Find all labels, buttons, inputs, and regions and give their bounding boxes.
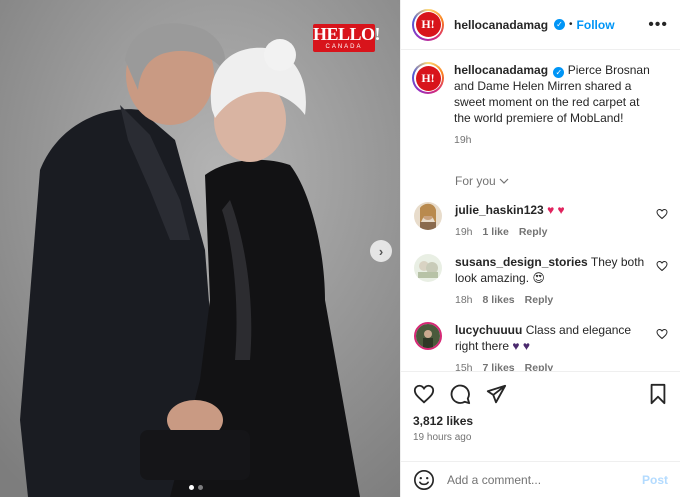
photo-couple-red-carpet <box>0 0 400 497</box>
more-options-button[interactable]: ••• <box>648 16 668 34</box>
ellipsis-icon: ••• <box>648 15 668 33</box>
post-header: H! hellocanadamag ✓ • Follow ••• <box>401 0 680 50</box>
caption-time[interactable]: 19h <box>454 132 659 148</box>
reply-button[interactable]: Reply <box>525 360 554 371</box>
comment-emoji: ♥ ♥ <box>547 203 565 217</box>
author-avatar[interactable]: H! <box>412 8 444 41</box>
commenter-avatar[interactable] <box>414 322 442 350</box>
comment-item: lucychuuuu Class and elegance right ther… <box>412 322 668 371</box>
verified-badge-icon: ✓ <box>553 67 565 78</box>
comment-username[interactable]: susans_design_stories <box>455 255 588 269</box>
comment-item: julie_haskin123 ♥ ♥ 19h 1 like Reply <box>412 202 668 240</box>
comment-time[interactable]: 15h <box>455 360 473 371</box>
like-comment-heart-icon[interactable] <box>656 260 668 272</box>
author-username[interactable]: hellocanadamag <box>454 18 548 32</box>
follow-button[interactable]: Follow <box>577 18 615 32</box>
comment-time[interactable]: 19h <box>455 224 473 240</box>
comment-time[interactable]: 18h <box>455 292 473 308</box>
next-image-button[interactable]: › <box>370 240 392 262</box>
for-you-filter[interactable]: For you <box>455 174 668 188</box>
post-caption: H! hellocanadamag ✓ Pierce Brosnan and D… <box>412 62 668 148</box>
hello-logo-icon: H! <box>415 12 441 37</box>
post-comment-button[interactable]: Post <box>642 473 668 487</box>
commenter-avatar[interactable] <box>414 254 442 282</box>
comment-bubble-icon[interactable] <box>449 383 471 405</box>
comment-like-count[interactable]: 8 likes <box>483 292 515 308</box>
comment-item: susans_design_stories They both look ama… <box>412 254 668 308</box>
share-paper-plane-icon[interactable] <box>485 383 507 405</box>
like-heart-icon[interactable] <box>413 383 435 405</box>
comment-emoji: 😍 <box>532 271 545 285</box>
comment-like-count[interactable]: 1 like <box>483 224 509 240</box>
carousel-dot-active <box>189 485 194 490</box>
separator-dot: • <box>569 19 573 30</box>
comment-username[interactable]: julie_haskin123 <box>455 203 544 217</box>
post-timestamp[interactable]: 19 hours ago <box>413 432 668 443</box>
verified-badge-icon: ✓ <box>554 19 566 30</box>
comment-like-count[interactable]: 7 likes <box>483 360 515 371</box>
comment-username[interactable]: lucychuuuu <box>455 323 522 337</box>
chevron-down-icon <box>499 178 509 184</box>
like-comment-heart-icon[interactable] <box>656 208 668 220</box>
carousel-dot <box>198 485 203 490</box>
comments-section[interactable]: H! hellocanadamag ✓ Pierce Brosnan and D… <box>401 50 680 371</box>
reply-button[interactable]: Reply <box>519 224 548 240</box>
add-comment-input[interactable] <box>447 472 642 487</box>
post-media[interactable]: HELLO! CANADA › <box>0 0 400 497</box>
like-count[interactable]: 3,812 likes <box>413 414 668 428</box>
post-actions: 3,812 likes 19 hours ago <box>401 371 680 461</box>
caption-username[interactable]: hellocanadamag <box>454 63 548 77</box>
comment-emoji: ♥ ♥ <box>512 339 530 353</box>
for-you-label: For you <box>455 174 496 188</box>
like-comment-heart-icon[interactable] <box>656 328 668 340</box>
caption-avatar[interactable]: H! <box>412 62 444 94</box>
commenter-avatar[interactable] <box>414 202 442 230</box>
post-side-panel: H! hellocanadamag ✓ • Follow ••• H! hell… <box>400 0 680 497</box>
carousel-indicator <box>189 485 203 490</box>
chevron-right-icon: › <box>378 243 384 259</box>
hello-logo-icon: H! <box>415 65 441 91</box>
emoji-smiley-icon[interactable] <box>413 469 435 491</box>
hello-canada-logo: HELLO! CANADA <box>313 24 381 52</box>
save-bookmark-icon[interactable] <box>648 383 668 405</box>
post-dialog: HELLO! CANADA › H! hellocanadamag ✓ • Fo… <box>0 0 680 497</box>
comment-composer: Post <box>401 461 680 497</box>
reply-button[interactable]: Reply <box>525 292 554 308</box>
